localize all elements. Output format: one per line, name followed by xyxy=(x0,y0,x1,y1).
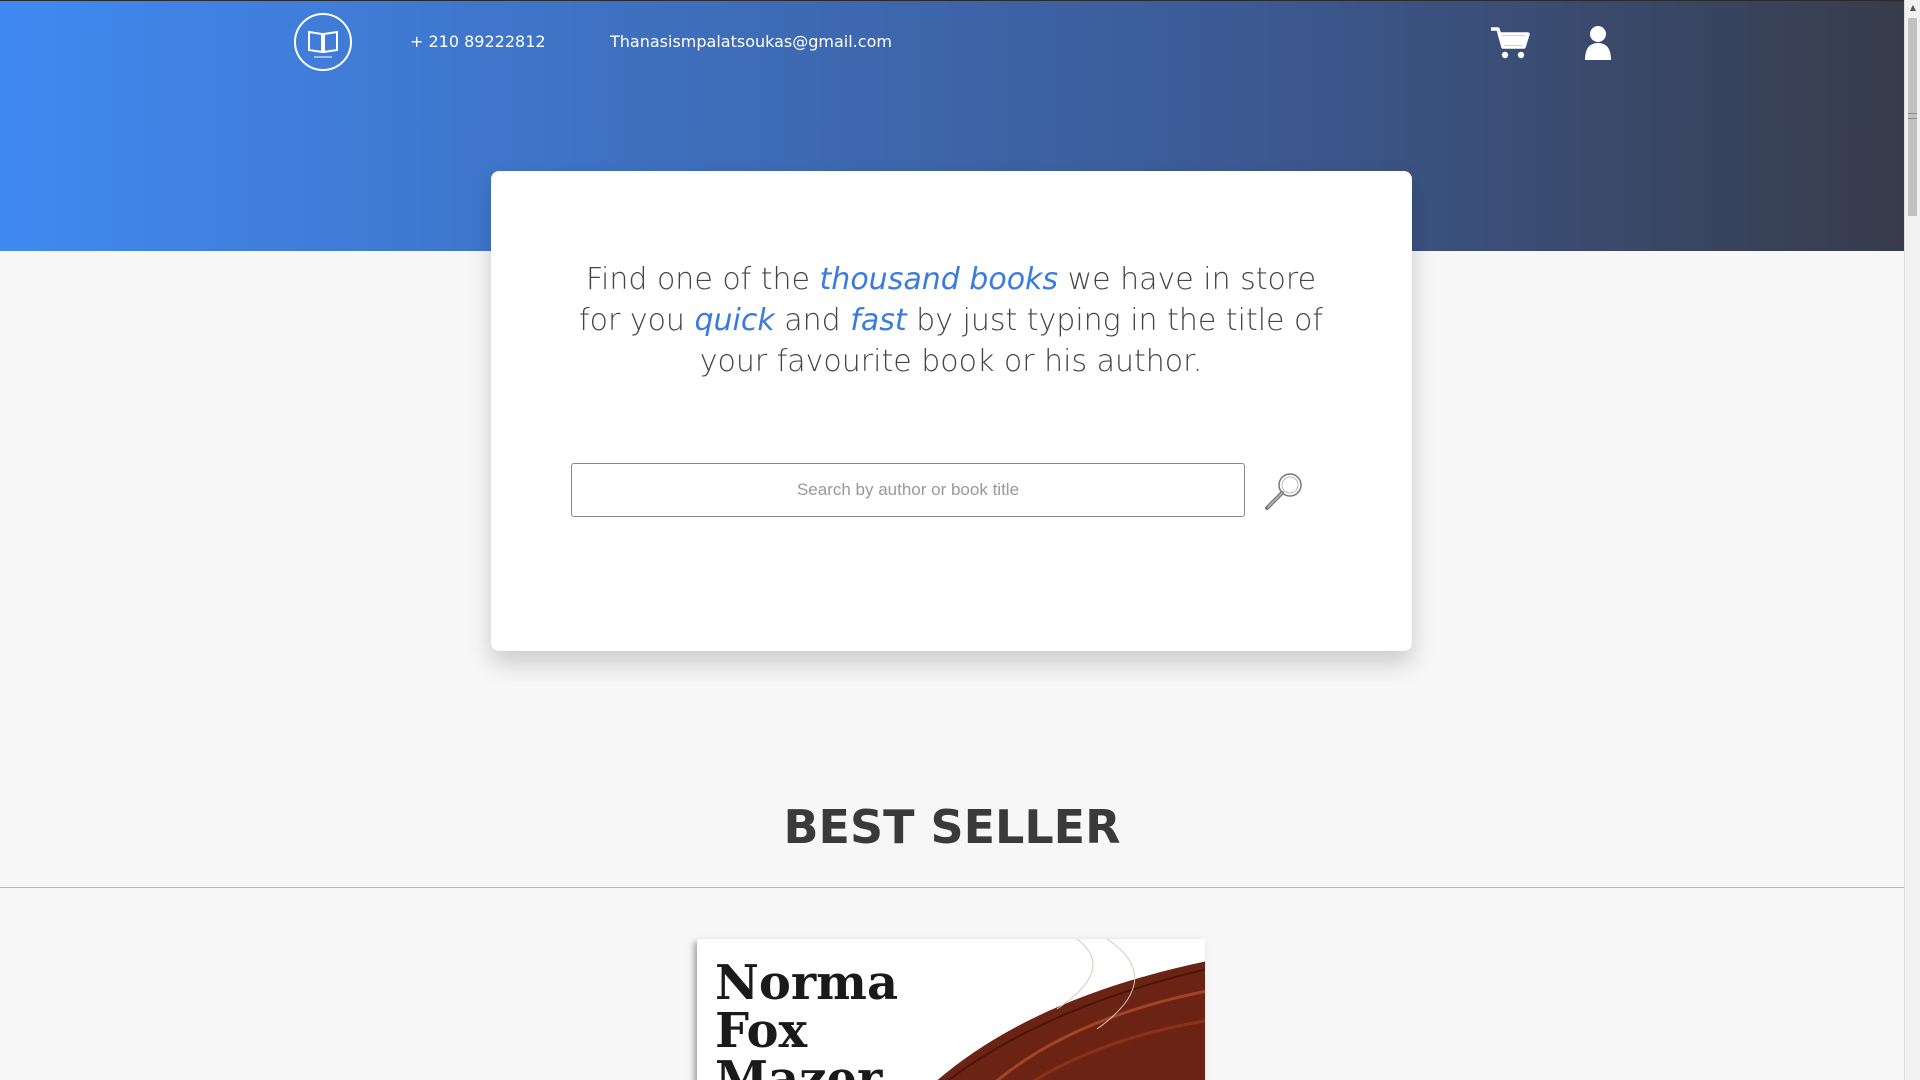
tagline-text: and xyxy=(774,303,851,338)
tagline-highlight: thousand books xyxy=(819,262,1059,297)
section-divider xyxy=(0,887,1904,888)
open-book-icon xyxy=(308,30,338,58)
tagline-text: Find one of the xyxy=(585,262,820,297)
tagline: Find one of the thousand books we have i… xyxy=(571,259,1331,382)
email-address: Thanasismpalatsoukas@gmail.com xyxy=(610,32,892,51)
scroll-grip-icon xyxy=(1908,113,1917,119)
cover-hair-image xyxy=(937,939,1205,1080)
phone-number: + 210 89222812 xyxy=(410,32,546,51)
best-seller-book-cover[interactable]: Norma Fox Mazer xyxy=(697,939,1205,1080)
tagline-highlight: fast xyxy=(850,303,907,338)
user-icon[interactable] xyxy=(1582,25,1614,61)
cover-author-text: Norma Fox Mazer xyxy=(715,955,899,1080)
magnifier-icon[interactable] xyxy=(1263,469,1307,513)
scroll-up-arrow-icon[interactable]: ▲ xyxy=(1905,0,1920,16)
best-seller-heading: BEST SELLER xyxy=(783,800,1121,854)
vertical-scrollbar[interactable]: ▲ xyxy=(1904,0,1920,1080)
tagline-highlight: quick xyxy=(694,303,775,338)
logo[interactable] xyxy=(294,13,352,71)
search-input[interactable]: Search by author or book title xyxy=(571,463,1245,517)
shopping-cart-icon[interactable] xyxy=(1490,25,1530,61)
search-card: Find one of the thousand books we have i… xyxy=(491,171,1412,651)
page: + 210 89222812 Thanasismpalatsoukas@gmai… xyxy=(0,0,1904,1080)
